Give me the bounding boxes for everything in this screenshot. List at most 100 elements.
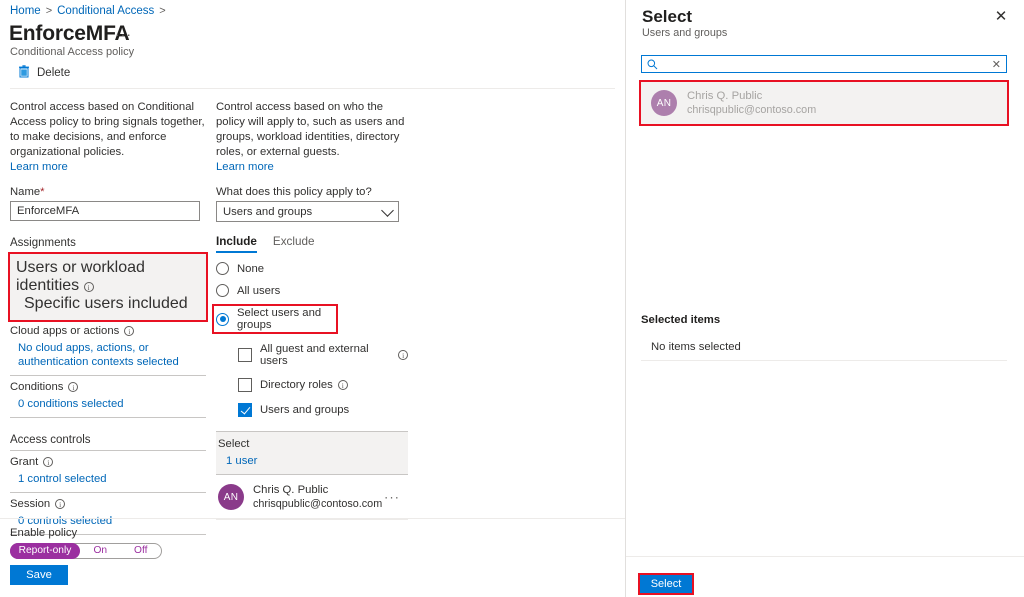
trash-icon	[18, 65, 30, 81]
tab-exclude[interactable]: Exclude	[273, 235, 315, 253]
name-field-label: Name*	[10, 186, 206, 198]
row-label-text: Cloud apps or actions	[10, 325, 119, 337]
grant-row[interactable]: Grant i 1 control selected	[10, 451, 206, 492]
radio-none[interactable]: None	[216, 262, 408, 275]
checkbox-users-and-groups[interactable]: Users and groups	[238, 403, 408, 417]
tab-include[interactable]: Include	[216, 235, 257, 253]
required-marker: *	[40, 186, 44, 198]
page-title: EnforceMFA	[9, 22, 130, 46]
search-input[interactable]	[662, 57, 992, 72]
policy-summary-column: Control access based on Conditional Acce…	[10, 100, 206, 535]
info-icon[interactable]: i	[124, 326, 134, 336]
assignments-header: Assignments	[10, 237, 206, 249]
session-value[interactable]: 0 controls selected	[18, 514, 206, 528]
selected-person-row[interactable]: AN Chris Q. Public chrisqpublic@contoso.…	[216, 474, 408, 520]
checkbox-label: Directory roles i	[260, 379, 348, 391]
radio-selected-icon	[216, 313, 229, 326]
more-ellipsis-icon[interactable]: ···	[384, 490, 400, 505]
radio-select-users-and-groups[interactable]: Select users and groups	[214, 306, 336, 332]
breadcrumb-separator-2: >	[159, 5, 165, 17]
bottom-divider	[0, 518, 625, 519]
panel-select-button[interactable]: Select	[640, 575, 692, 593]
command-bar: Delete	[0, 62, 625, 88]
selected-items-empty-text: No items selected	[651, 341, 741, 353]
toggle-option-on[interactable]: On	[80, 544, 121, 558]
panel-subtitle: Users and groups	[642, 27, 727, 39]
info-icon[interactable]: i	[84, 282, 94, 292]
close-icon[interactable]: ✕	[993, 9, 1009, 25]
divider	[10, 417, 206, 418]
radio-icon	[216, 262, 229, 275]
policy-apply-dropdown[interactable]: Users and groups	[216, 201, 399, 222]
conditions-row[interactable]: Conditions i 0 conditions selected	[10, 376, 206, 417]
main-content-area: Home>Conditional Access> EnforceMFA ··· …	[0, 0, 625, 597]
checkbox-icon	[238, 348, 252, 362]
checkbox-label: Users and groups	[260, 404, 349, 416]
assignment-intro-text: Control access based on who the policy w…	[216, 100, 408, 160]
info-icon[interactable]: i	[55, 499, 65, 509]
users-or-workload-identities-value[interactable]: Specific users included	[24, 295, 200, 313]
toggle-option-off[interactable]: Off	[121, 544, 162, 558]
selection-panel: Select 1 user AN Chris Q. Public chrisqp…	[216, 431, 408, 520]
radio-all-users-label: All users	[237, 285, 280, 297]
include-exclude-tabs: Include Exclude	[216, 235, 408, 253]
breadcrumb-home[interactable]: Home	[10, 5, 41, 17]
enable-policy-label: Enable policy	[10, 527, 77, 539]
panel-search-box[interactable]: ✕	[641, 55, 1007, 73]
learn-more-link-left[interactable]: Learn more	[10, 161, 206, 173]
access-controls-header: Access controls	[10, 434, 206, 446]
radio-icon	[216, 284, 229, 297]
breadcrumb: Home > Conditional Access >	[10, 5, 171, 17]
command-bar-divider	[10, 88, 615, 89]
policy-apply-value: Users and groups	[223, 206, 312, 218]
save-button[interactable]: Save	[10, 565, 68, 585]
toggle-option-report-only[interactable]: Report-only	[10, 543, 80, 559]
search-result-row[interactable]: AN Chris Q. Public chrisqpublic@contoso.…	[641, 82, 1007, 124]
info-icon[interactable]: i	[43, 457, 53, 467]
delete-button[interactable]: Delete	[14, 62, 74, 84]
info-icon[interactable]: i	[398, 350, 408, 360]
breadcrumb-conditional-access[interactable]: Conditional Access	[57, 5, 154, 17]
more-options-icon[interactable]: ···	[115, 26, 132, 42]
conditions-label: Conditions i	[10, 381, 206, 393]
row-label-text: Users or workload identities	[16, 259, 145, 294]
name-input[interactable]	[10, 201, 200, 221]
checkbox-label: All guest and external users i	[260, 343, 408, 367]
info-icon[interactable]: i	[338, 380, 348, 390]
checkbox-checked-icon	[238, 403, 252, 417]
avatar: AN	[651, 90, 677, 116]
person-email: chrisqpublic@contoso.com	[687, 103, 816, 117]
search-icon	[647, 59, 658, 73]
cloud-apps-or-actions-row[interactable]: Cloud apps or actions i No cloud apps, a…	[10, 320, 206, 375]
checkbox-label-text: Directory roles	[260, 379, 333, 391]
avatar: AN	[218, 484, 244, 510]
policy-apply-label: What does this policy apply to?	[216, 186, 408, 198]
grant-value[interactable]: 1 control selected	[18, 472, 206, 486]
row-label-text: Session	[10, 498, 50, 510]
name-label-text: Name	[10, 186, 40, 198]
info-icon[interactable]: i	[68, 382, 78, 392]
row-label-text: Conditions	[10, 381, 63, 393]
cloud-apps-or-actions-label: Cloud apps or actions i	[10, 325, 206, 337]
select-summary-count[interactable]: 1 user	[226, 455, 408, 467]
checkbox-label-text: All guest and external users	[260, 343, 393, 367]
selected-items-divider	[641, 360, 1007, 361]
checkbox-icon	[238, 378, 252, 392]
breadcrumb-separator-1: >	[46, 5, 52, 17]
select-summary[interactable]: Select 1 user	[216, 432, 408, 474]
clear-icon[interactable]: ✕	[992, 57, 1001, 73]
chevron-down-icon	[381, 204, 394, 217]
cloud-apps-or-actions-value[interactable]: No cloud apps, actions, or authenticatio…	[18, 341, 206, 369]
learn-more-link-middle[interactable]: Learn more	[216, 161, 408, 173]
enable-policy-toggle[interactable]: Report-only On Off	[10, 543, 162, 559]
conditions-value[interactable]: 0 conditions selected	[18, 397, 206, 411]
radio-all-users[interactable]: All users	[216, 284, 408, 297]
conditional-access-policy-screen: Home>Conditional Access> EnforceMFA ··· …	[0, 0, 1024, 597]
checkbox-all-guest-and-external-users[interactable]: All guest and external users i	[238, 343, 408, 367]
panel-title: Select	[642, 7, 692, 27]
person-email: chrisqpublic@contoso.com	[253, 497, 382, 511]
radio-select-users-and-groups-label: Select users and groups	[237, 307, 333, 331]
checkbox-directory-roles[interactable]: Directory roles i	[238, 378, 408, 392]
users-or-workload-identities-row[interactable]: Users or workload identities i Specific …	[10, 254, 206, 320]
users-or-workload-identities-label: Users or workload identities i	[16, 259, 200, 295]
